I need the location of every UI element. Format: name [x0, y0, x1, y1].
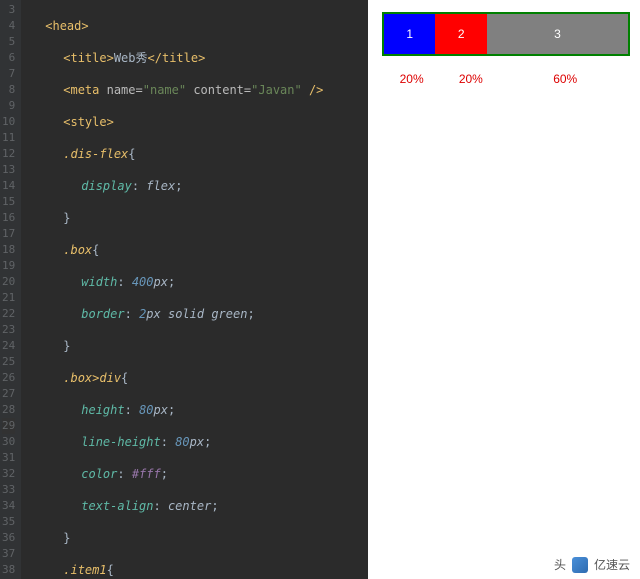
brand-icon [572, 557, 588, 573]
percent-3: 60% [500, 72, 630, 86]
item-3: 3 [487, 14, 628, 54]
app-root: 3456789101112131415161718192021222324252… [0, 0, 640, 579]
preview-pane: 1 2 3 20% 20% 60% 头 亿速云 [368, 0, 640, 579]
brand-text: 亿速云 [594, 556, 630, 573]
code-area[interactable]: <head> <title>Web秀</title> <meta name="n… [21, 0, 368, 579]
item-2: 2 [435, 14, 486, 54]
percent-1: 20% [382, 72, 441, 86]
code-editor[interactable]: 3456789101112131415161718192021222324252… [0, 0, 368, 579]
footer-brand: 头 亿速云 [554, 556, 630, 573]
line-gutter: 3456789101112131415161718192021222324252… [0, 0, 21, 579]
percent-2: 20% [441, 72, 500, 86]
percent-row: 20% 20% 60% [382, 72, 630, 86]
item-1: 1 [384, 14, 435, 54]
flex-box: 1 2 3 [382, 12, 630, 56]
head-icon: 头 [554, 556, 566, 573]
